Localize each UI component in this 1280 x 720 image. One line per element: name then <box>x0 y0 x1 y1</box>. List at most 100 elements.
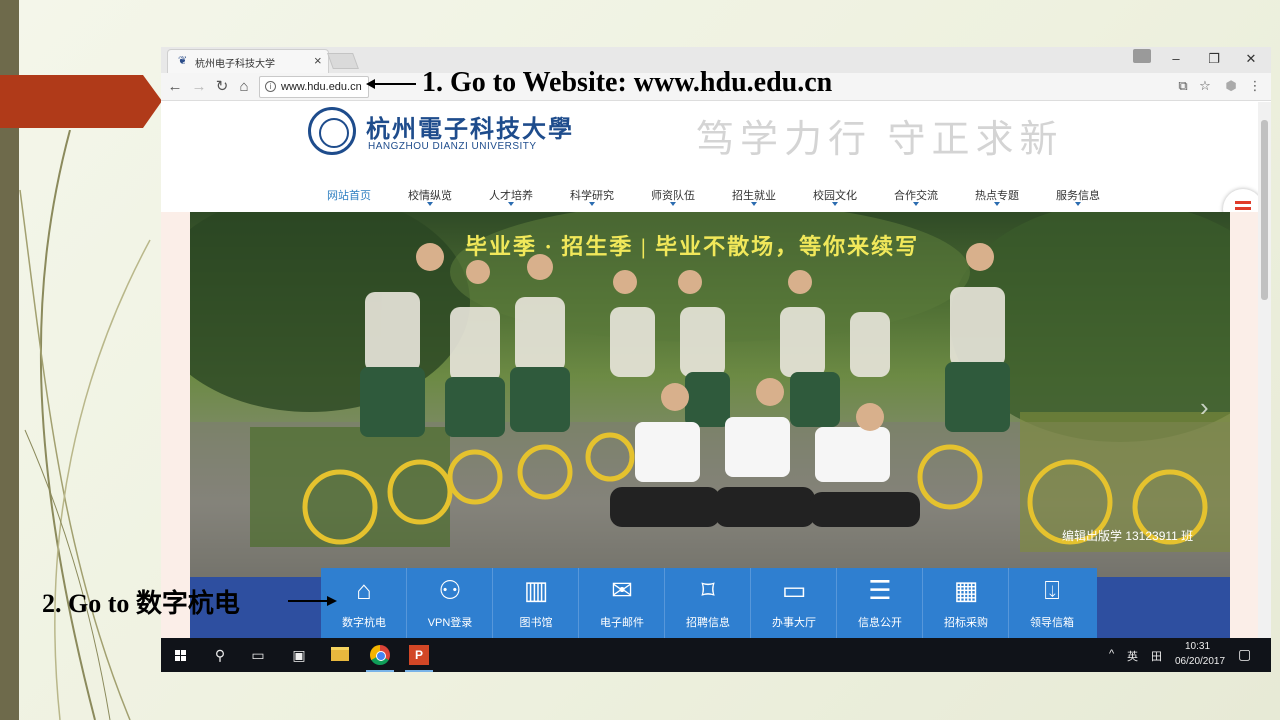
active-app-indicator <box>405 670 433 672</box>
mail-icon: ✉ <box>611 575 633 605</box>
notification-icon[interactable]: ▢ <box>1238 646 1251 663</box>
quick-link-procurement[interactable]: ▦ 招标采购 <box>923 568 1009 638</box>
quick-link-info-disclosure[interactable]: ☰ 信息公开 <box>837 568 923 638</box>
active-app-indicator <box>366 670 394 672</box>
bookmark-star-icon[interactable]: ☆ <box>1197 78 1213 94</box>
new-tab-button[interactable] <box>327 53 359 69</box>
main-nav: 网站首页 校情纵览 人才培养 科学研究 师资队伍 招生就业 校园文化 合作交流 … <box>309 187 1109 207</box>
clock-time[interactable]: 10:31 <box>1185 641 1210 652</box>
quick-link-jobs[interactable]: ⌑ 招聘信息 <box>665 568 751 638</box>
banner-left-margin <box>161 212 191 638</box>
url-text: www.hdu.edu.cn <box>281 81 362 93</box>
address-bar[interactable]: i www.hdu.edu.cn <box>259 76 369 98</box>
profile-icon[interactable] <box>1133 49 1151 63</box>
university-emblem-icon[interactable] <box>308 107 356 155</box>
browser-tab[interactable]: ❦ 杭州电子科技大学 × <box>167 49 329 73</box>
chevron-down-icon <box>832 202 838 206</box>
slide-arrow-shape <box>0 75 162 128</box>
browser-window: ❦ 杭州电子科技大学 × – ❐ ✕ ← → ↻ ⌂ i www.hdu.edu… <box>161 47 1271 672</box>
chevron-down-icon <box>1075 202 1081 206</box>
quick-link-label: VPN登录 <box>427 617 473 629</box>
quick-link-label: 招聘信息 <box>686 617 730 629</box>
university-motto: 笃学力行 守正求新 <box>696 119 1064 161</box>
chevron-down-icon <box>670 202 676 206</box>
users-icon: ⚇ <box>438 575 462 605</box>
annotation-arrow-head <box>327 596 337 606</box>
quick-link-label: 电子邮件 <box>600 617 644 629</box>
quick-link-email[interactable]: ✉ 电子邮件 <box>579 568 665 638</box>
nav-item-research[interactable]: 科学研究 <box>552 187 632 206</box>
quick-link-label: 招标采购 <box>944 617 988 629</box>
tab-title: 杭州电子科技大学 <box>195 59 275 70</box>
quick-link-leader-mailbox[interactable]: ⍗ 领导信箱 <box>1009 568 1095 638</box>
banner-credit: 编辑出版学 13123911 班 <box>1062 529 1194 543</box>
search-icon[interactable]: ⚲ <box>211 646 229 664</box>
clock-date[interactable]: 06/20/2017 <box>1175 656 1225 667</box>
quick-links-bar: ⌂ 数字杭电 ⚇ VPN登录 ▥ 图书馆 ✉ 电子邮件 ⌑ 招聘信息 ▭ 办事大… <box>321 568 1097 638</box>
university-logo-cn[interactable]: 杭州電子科技大學 <box>366 109 574 144</box>
scroll-thumb[interactable] <box>1261 120 1268 300</box>
ime-mode[interactable]: 田 <box>1151 648 1162 664</box>
powerpoint-icon[interactable]: P <box>409 645 429 665</box>
annotation-arrow-line <box>372 83 416 85</box>
reload-icon[interactable]: ↻ <box>213 78 231 96</box>
nav-item-admissions[interactable]: 招生就业 <box>714 187 794 206</box>
home-icon[interactable]: ⌂ <box>235 78 253 96</box>
nav-item-services[interactable]: 服务信息 <box>1038 187 1118 206</box>
file-explorer-icon[interactable] <box>331 647 349 661</box>
nav-item-culture[interactable]: 校园文化 <box>795 187 875 206</box>
quick-link-label: 领导信箱 <box>1030 617 1074 629</box>
nav-item-faculty[interactable]: 师资队伍 <box>633 187 713 206</box>
monitor-icon: ▭ <box>781 575 807 605</box>
chevron-right-icon[interactable]: › <box>1200 392 1209 423</box>
nav-item-home[interactable]: 网站首页 <box>309 187 389 203</box>
chevron-down-icon <box>994 202 1000 206</box>
translate-icon[interactable]: ⧉ <box>1175 78 1191 94</box>
clipboard-icon: ☰ <box>868 575 892 605</box>
university-logo-en: HANGZHOU DIANZI UNIVERSITY <box>368 141 537 152</box>
page-scrollbar[interactable] <box>1258 102 1271 638</box>
quick-link-label: 图书馆 <box>519 617 553 629</box>
chevron-down-icon <box>427 202 433 206</box>
web-page: 杭州電子科技大學 HANGZHOU DIANZI UNIVERSITY 笃学力行… <box>161 102 1271 638</box>
chevron-up-icon[interactable]: ^ <box>1109 648 1114 660</box>
close-tab-icon[interactable]: × <box>314 53 322 68</box>
windows-taskbar: ⚲ ▭ ▣ P ^ 英 田 10:31 06/20/2017 ▢ <box>161 638 1271 672</box>
nav-item-cooperation[interactable]: 合作交流 <box>876 187 956 206</box>
quick-link-label: 信息公开 <box>858 617 902 629</box>
quick-link-service-hall[interactable]: ▭ 办事大厅 <box>751 568 837 638</box>
close-window-icon[interactable]: ✕ <box>1241 51 1261 67</box>
annotation-step1: 1. Go to Website: www.hdu.edu.cn <box>422 67 833 98</box>
nav-item-education[interactable]: 人才培养 <box>471 187 551 206</box>
banner-carousel[interactable]: 毕业季 · 招生季 | 毕业不散场，等你来续写 编辑出版学 13123911 班… <box>190 212 1230 577</box>
quick-link-label: 数字杭电 <box>342 617 386 629</box>
inbox-icon: ⍗ <box>1044 575 1060 605</box>
info-icon[interactable]: i <box>265 81 276 92</box>
annotation-step2: 2. Go to 数字杭电 <box>42 589 240 618</box>
task-view-icon[interactable]: ▭ <box>249 646 267 664</box>
quick-link-vpn[interactable]: ⚇ VPN登录 <box>407 568 493 638</box>
bookmark-icon: ⌑ <box>701 575 715 605</box>
ime-language[interactable]: 英 <box>1127 648 1138 664</box>
windows-start-icon[interactable] <box>175 650 187 662</box>
favicon-icon: ❦ <box>178 55 188 67</box>
banner-photo <box>190 212 1230 577</box>
minimize-icon[interactable]: – <box>1166 51 1186 66</box>
chrome-icon[interactable] <box>370 645 390 665</box>
annotation-arrow-line <box>288 600 328 602</box>
extension-icon[interactable]: ⬢ <box>1223 78 1239 94</box>
menu-dots-icon[interactable]: ⋮ <box>1247 78 1263 94</box>
forward-icon[interactable]: → <box>190 78 208 96</box>
restore-icon[interactable]: ❐ <box>1204 51 1224 67</box>
annotation-arrow-head <box>366 79 375 89</box>
quick-link-library[interactable]: ▥ 图书馆 <box>493 568 579 638</box>
chevron-down-icon <box>751 202 757 206</box>
slide-decorative-stems <box>19 130 151 720</box>
nav-item-overview[interactable]: 校情纵览 <box>390 187 470 206</box>
back-icon[interactable]: ← <box>166 78 184 96</box>
building-icon: ▦ <box>953 575 979 605</box>
store-icon[interactable]: ▣ <box>290 646 308 664</box>
nav-item-topics[interactable]: 热点专题 <box>957 187 1037 206</box>
chevron-down-icon <box>589 202 595 206</box>
chevron-down-icon <box>913 202 919 206</box>
